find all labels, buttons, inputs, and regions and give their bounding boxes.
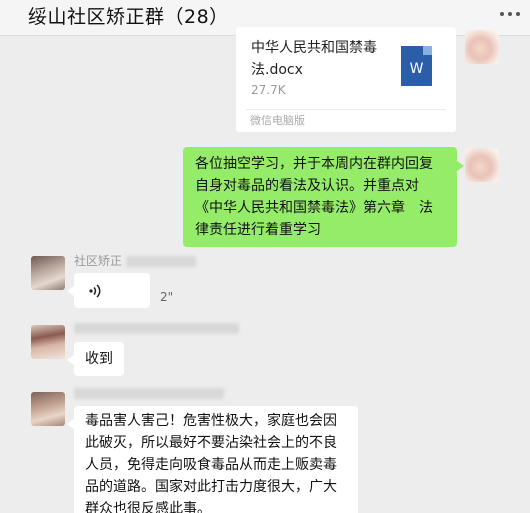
reply-text: 收到	[85, 351, 113, 367]
chat-title: 绥山社区矫正群（28）	[28, 6, 229, 28]
sender-name: 社区矫正	[74, 252, 196, 269]
member-avatar[interactable]	[31, 325, 65, 359]
my-avatar[interactable]	[465, 148, 499, 182]
member-avatar[interactable]	[31, 256, 65, 290]
notice-message[interactable]: 各位抽空学习，并于本周内在群内回复自身对毒品的看法及认识。并重点对《中华人民共和…	[183, 147, 464, 247]
blurred-name	[125, 256, 196, 267]
file-source: 微信电脑版	[250, 114, 305, 127]
my-avatar[interactable]	[465, 30, 499, 64]
reply-message[interactable]: 收到	[67, 342, 124, 376]
member-avatar[interactable]	[31, 392, 65, 426]
voice-icon	[89, 284, 101, 298]
long-reply-text: 毒品害人害己！危害性极大，家庭也会因此破灭，所以最好不要沾染社会上的不良人员，免…	[85, 413, 337, 513]
file-card-divider	[246, 109, 446, 110]
file-message[interactable]: 中华人民共和国禁毒法.docx 27.7K W 微信电脑版	[236, 27, 456, 132]
file-icon-fold	[423, 46, 432, 55]
long-reply-message[interactable]: 毒品害人害己！危害性极大，家庭也会因此破灭，所以最好不要沾染社会上的不良人员，免…	[67, 406, 358, 513]
sender-name-blurred	[74, 321, 239, 335]
sender-name-blurred	[74, 386, 224, 400]
more-icon[interactable]	[500, 12, 520, 18]
file-name: 中华人民共和国禁毒法.docx	[251, 40, 377, 78]
voice-message[interactable]	[67, 273, 150, 308]
blurred-name	[74, 388, 224, 399]
blurred-name	[74, 323, 239, 334]
file-size: 27.7K	[251, 83, 286, 97]
notice-text: 各位抽空学习，并于本周内在群内回复自身对毒品的看法及认识。并重点对《中华人民共和…	[195, 156, 433, 238]
voice-duration: 2"	[160, 290, 174, 304]
